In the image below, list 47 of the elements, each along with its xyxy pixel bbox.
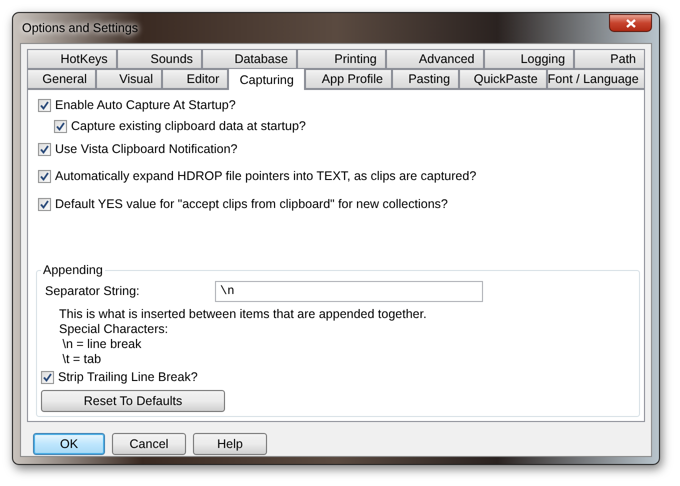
help-text: \n = line break: [61, 337, 142, 352]
tab[interactable]: Printing: [296, 49, 386, 69]
help-text: Special Characters:: [58, 322, 170, 337]
dialog-button[interactable]: OK: [33, 433, 105, 455]
checkmark-icon: [43, 372, 52, 382]
tab[interactable]: Editor: [162, 69, 228, 89]
field-label: Separator String:: [45, 284, 140, 298]
checkbox-label: Strip Trailing Line Break?: [58, 370, 198, 384]
checkbox-label: Automatically expand HDROP file pointers into TEXT, as clips are captured?: [55, 169, 476, 183]
checkmark-icon: [40, 200, 49, 208]
tab[interactable]: Database: [202, 49, 297, 69]
help-text: This is what is inserted between items that are appended together.: [58, 307, 428, 322]
checkmark-icon: [40, 100, 49, 110]
tab[interactable]: Capturing: [228, 68, 306, 90]
window-title: Options and Settings: [21, 21, 138, 35]
tab[interactable]: App Profile: [305, 69, 392, 89]
dialog-button[interactable]: Cancel: [112, 433, 186, 455]
checkbox[interactable]: [38, 198, 51, 210]
checkmark-icon: [40, 144, 49, 154]
tab[interactable]: Path: [574, 49, 645, 69]
checkbox[interactable]: [38, 170, 51, 182]
tab[interactable]: Sounds: [116, 49, 202, 69]
checkbox-label: Default YES value for "accept clips from clipboard" for new collections?: [55, 197, 448, 211]
checkmark-icon: [56, 122, 65, 130]
help-text: \t = tab: [61, 352, 102, 367]
tab[interactable]: General: [27, 69, 96, 89]
tab[interactable]: Advanced: [386, 49, 484, 69]
tab[interactable]: Visual: [96, 69, 162, 89]
checkmark-icon: [40, 172, 49, 180]
checkbox[interactable]: [41, 370, 54, 384]
tab[interactable]: HotKeys: [27, 49, 117, 69]
tab[interactable]: Pasting: [392, 69, 460, 89]
separator-input[interactable]: \n: [215, 280, 483, 302]
reset-button[interactable]: Reset To Defaults: [41, 390, 225, 412]
tab[interactable]: QuickPaste: [459, 69, 547, 89]
close-icon: [626, 18, 636, 28]
checkbox-label: Capture existing clipboard data at startup?: [71, 119, 306, 133]
tab[interactable]: Font / Language: [546, 69, 645, 89]
checkbox[interactable]: [38, 142, 51, 156]
tab[interactable]: Logging: [484, 49, 574, 69]
group-title: Appending: [42, 263, 104, 277]
checkbox-label: Enable Auto Capture At Startup?: [55, 98, 236, 112]
checkbox[interactable]: [54, 120, 67, 132]
checkbox-label: Use Vista Clipboard Notification?: [55, 142, 238, 156]
dialog-button[interactable]: Help: [193, 433, 267, 455]
close-button[interactable]: [609, 14, 652, 32]
checkbox[interactable]: [38, 98, 51, 112]
